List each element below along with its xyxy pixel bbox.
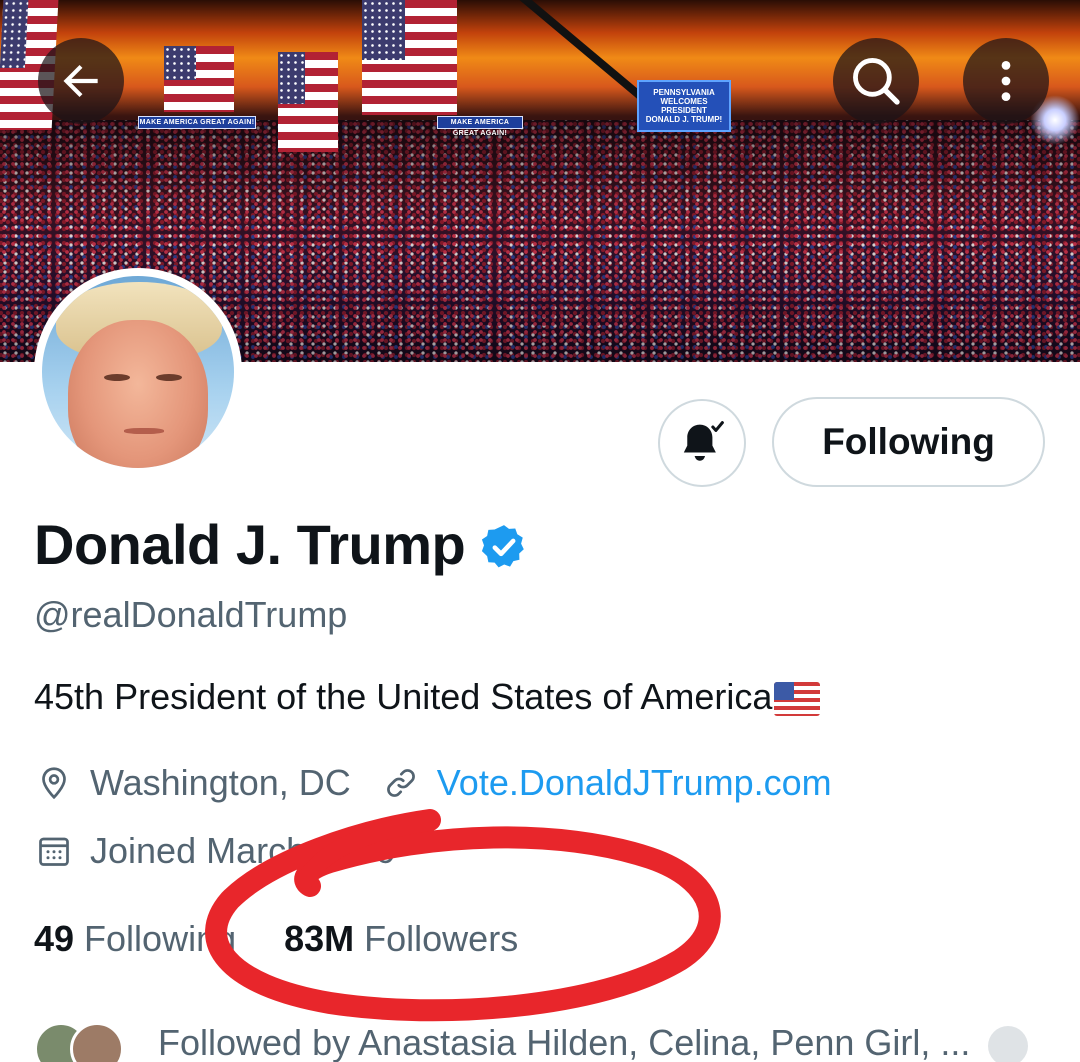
- avatar-photo: [42, 276, 234, 468]
- followed-by-row[interactable]: Followed by Anastasia Hilden, Celina, Pe…: [34, 1022, 1044, 1062]
- banner-screen-line: PRESIDENT: [661, 106, 707, 115]
- banner-screen-line: WELCOMES: [660, 97, 708, 106]
- avatar-mouth: [124, 428, 164, 434]
- search-button[interactable]: [833, 38, 919, 124]
- profile-website-link[interactable]: Vote.DonaldJTrump.com: [437, 762, 832, 804]
- bio-text: 45th President of the United States of A…: [34, 676, 773, 717]
- banner-screen-line: PENNSYLVANIA: [653, 88, 715, 97]
- followers-label: Followers: [364, 918, 519, 959]
- display-name: Donald J. Trump: [34, 513, 466, 576]
- profile-handle: @realDonaldTrump: [34, 594, 348, 635]
- name-row: Donald J. Trump: [34, 512, 529, 577]
- followers-count: 83M: [284, 918, 355, 959]
- following-label: Following: [84, 918, 237, 959]
- mutual-avatar: [70, 1022, 124, 1062]
- calendar-icon: [34, 831, 74, 871]
- search-icon: [853, 58, 900, 105]
- profile-joined-row: Joined March 2009: [34, 830, 396, 872]
- banner-flag: [278, 52, 338, 152]
- banner-flag: [164, 46, 234, 112]
- profile-bio: 45th President of the United States of A…: [34, 676, 821, 718]
- dismiss-icon[interactable]: [988, 1026, 1028, 1062]
- us-flag-emoji: [774, 682, 821, 716]
- banner-screen-line: DONALD J. TRUMP!: [645, 115, 723, 124]
- bell-checked-icon: [683, 421, 724, 461]
- banner-crane: [514, 0, 647, 103]
- verified-badge-icon: [482, 524, 524, 567]
- more-options-button[interactable]: [963, 38, 1049, 124]
- link-icon: [381, 763, 421, 803]
- profile-avatar[interactable]: [34, 268, 242, 476]
- profile-meta-row: Washington, DC Vote.DonaldJTrump.com: [34, 762, 832, 804]
- profile-joined-date: Joined March 2009: [90, 830, 397, 871]
- arrow-left-icon: [63, 64, 98, 98]
- avatar-eye: [104, 374, 130, 381]
- banner-screen: PENNSYLVANIA WELCOMES PRESIDENT DONALD J…: [637, 80, 731, 132]
- followers-stat-link[interactable]: 83M Followers: [284, 918, 518, 960]
- back-button[interactable]: [38, 38, 124, 124]
- followed-by-text: Followed by Anastasia Hilden, Celina, Pe…: [158, 1022, 971, 1062]
- banner-flag: [362, 0, 457, 115]
- following-count: 49: [34, 918, 75, 959]
- following-stat-link[interactable]: 49 Following: [34, 918, 236, 960]
- notifications-button[interactable]: [658, 399, 746, 487]
- banner-sign-right: MAKE AMERICA GREAT AGAIN!: [437, 116, 523, 137]
- banner-sign-left: MAKE AMERICA GREAT AGAIN!: [138, 116, 256, 129]
- profile-location: Washington, DC: [90, 762, 351, 803]
- following-button[interactable]: Following: [772, 397, 1045, 487]
- more-vertical-icon: [1001, 61, 1011, 101]
- profile-stats: 49 Following 83M Followers: [34, 918, 566, 960]
- avatar-eye: [156, 374, 182, 381]
- avatar-face: [68, 320, 208, 468]
- location-pin-icon: [34, 763, 74, 803]
